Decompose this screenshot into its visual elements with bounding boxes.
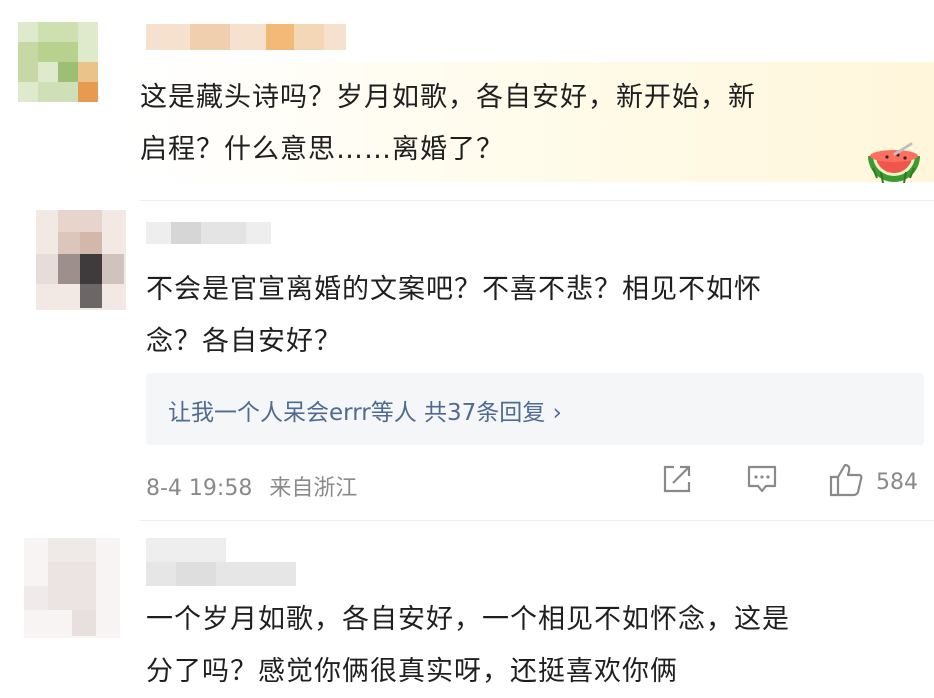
replies-summary-box[interactable]: 让我一个人呆会errr等人 共37条回复 › <box>146 373 924 445</box>
username-blurred[interactable] <box>146 24 346 50</box>
timestamp: 8-4 19:58 <box>146 476 253 501</box>
comment-text: 不会是官宣离婚的文案吧？不喜不悲？相见不如怀 念？各自安好？ <box>146 274 762 357</box>
watermelon-icon <box>868 142 920 184</box>
comment-icon[interactable] <box>745 462 779 496</box>
share-icon[interactable] <box>660 462 694 496</box>
username-blurred[interactable] <box>146 538 296 588</box>
thumbs-up-icon[interactable] <box>828 462 864 498</box>
like-count: 584 <box>876 470 918 495</box>
location: 来自浙江 <box>269 476 358 501</box>
avatar[interactable] <box>24 538 120 638</box>
username-blurred[interactable] <box>146 214 271 248</box>
divider <box>140 520 934 521</box>
comment-meta: 8-4 19:58 来自浙江 <box>146 470 357 502</box>
divider <box>140 200 934 201</box>
comment-text: 一个岁月如歌，各自安好，一个相见不如怀念，这是 分了吗？感觉你俩很真实呀，还挺喜… <box>146 604 790 687</box>
replies-summary-link[interactable]: 让我一个人呆会errr等人 共37条回复 › <box>168 393 562 427</box>
avatar[interactable] <box>36 210 126 310</box>
comment-text: 这是藏头诗吗？岁月如歌，各自安好，新开始，新 启程？什么意思……离婚了？ <box>140 82 756 165</box>
avatar[interactable] <box>18 22 98 102</box>
